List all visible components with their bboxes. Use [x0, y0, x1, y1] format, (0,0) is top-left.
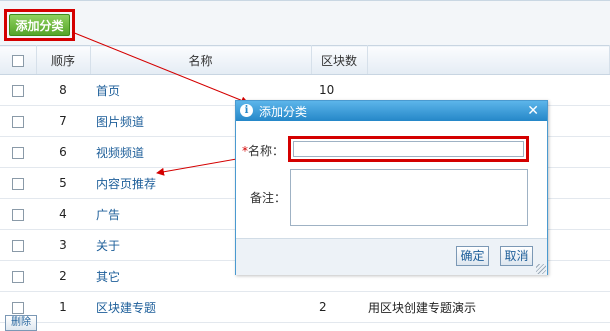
header-select-all[interactable]: [0, 45, 37, 75]
row-order: 4: [36, 198, 90, 230]
row-order: 8: [36, 74, 90, 106]
table-header-row: 顺序 名称 区块数: [0, 45, 610, 75]
category-link[interactable]: 关于: [91, 239, 120, 253]
dialog-footer: 确定 取消: [236, 238, 547, 275]
resize-handle[interactable]: [536, 264, 546, 274]
select-all-checkbox[interactable]: [11, 54, 24, 67]
category-link[interactable]: 首页: [91, 84, 120, 98]
header-name[interactable]: 名称: [90, 45, 312, 75]
category-link[interactable]: 其它: [91, 270, 120, 284]
dialog-title-bar[interactable]: i 添加分类 ✕: [236, 101, 547, 121]
header-order[interactable]: 顺序: [36, 45, 91, 75]
add-category-dialog: i 添加分类 ✕ *名称： 备注： 确定 取消: [235, 100, 548, 275]
row-checkbox[interactable]: [12, 239, 24, 252]
name-field-highlight: [288, 136, 529, 162]
category-link[interactable]: 视频频道: [91, 146, 144, 160]
info-icon: i: [240, 104, 253, 117]
row-checkbox[interactable]: [12, 208, 24, 221]
row-order: 3: [36, 229, 90, 261]
row-checkbox[interactable]: [12, 84, 24, 97]
row-name: 区块建专题: [90, 291, 311, 323]
row-order: 5: [36, 167, 90, 199]
note-input[interactable]: [290, 169, 528, 226]
table-row: 1 区块建专题 2 用区块创建专题演示: [0, 291, 610, 323]
row-select[interactable]: [0, 74, 36, 106]
row-order: 1: [36, 291, 90, 323]
delete-button[interactable]: 删除: [5, 315, 37, 331]
row-checkbox[interactable]: [12, 115, 24, 128]
header-note: [367, 45, 610, 75]
close-icon[interactable]: ✕: [527, 102, 539, 118]
name-input[interactable]: [293, 141, 524, 157]
row-select[interactable]: [0, 260, 36, 292]
confirm-button[interactable]: 确定: [456, 246, 489, 266]
row-select[interactable]: [0, 136, 36, 168]
row-order: 6: [36, 136, 90, 168]
row-select[interactable]: [0, 229, 36, 261]
category-link[interactable]: 图片频道: [91, 115, 144, 129]
name-label: *名称：: [242, 142, 284, 159]
toolbar: 添加分类: [0, 0, 610, 45]
row-select[interactable]: [0, 198, 36, 230]
row-checkbox[interactable]: [12, 270, 24, 283]
note-label: 备注：: [250, 191, 287, 205]
row-blocks: 2: [311, 291, 367, 323]
dialog-title: 添加分类: [259, 105, 308, 119]
category-link[interactable]: 区块建专题: [91, 301, 156, 315]
cancel-button[interactable]: 取消: [500, 246, 533, 266]
row-note: 用区块创建专题演示: [367, 291, 610, 323]
row-checkbox[interactable]: [12, 146, 24, 159]
add-button-highlight: 添加分类: [4, 9, 75, 41]
name-label-text: 名称：: [248, 144, 285, 158]
header-blocks[interactable]: 区块数: [311, 45, 368, 75]
row-checkbox[interactable]: [12, 177, 24, 190]
row-order: 2: [36, 260, 90, 292]
category-link[interactable]: 广告: [91, 208, 120, 222]
row-order: 7: [36, 105, 90, 137]
row-checkbox[interactable]: [12, 301, 24, 314]
add-category-button[interactable]: 添加分类: [9, 14, 70, 36]
row-select[interactable]: [0, 105, 36, 137]
row-select[interactable]: [0, 167, 36, 199]
category-link[interactable]: 内容页推荐: [91, 177, 156, 191]
